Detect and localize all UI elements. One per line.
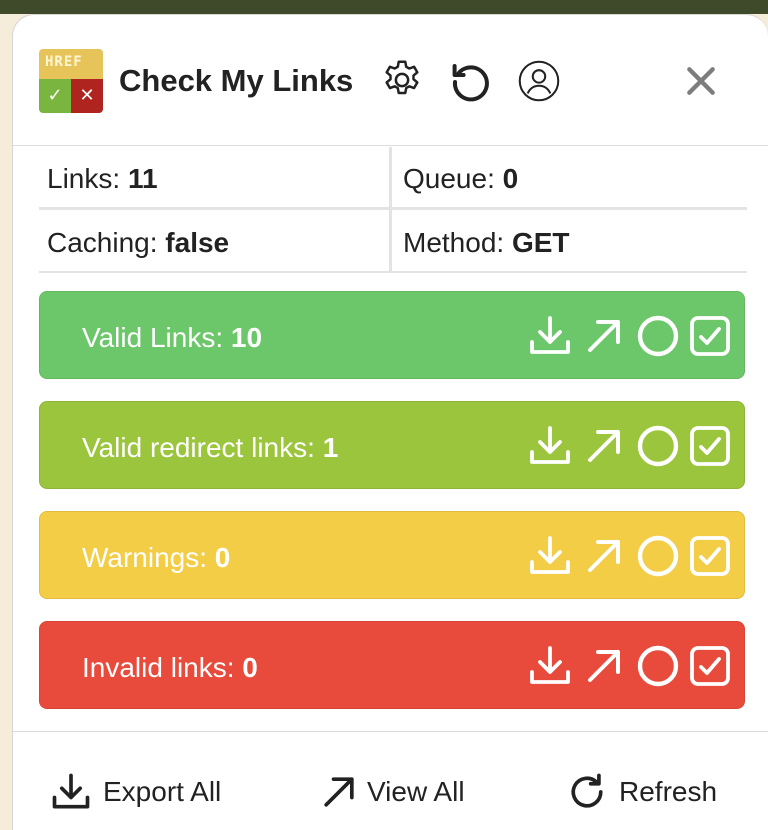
close-icon[interactable]	[681, 61, 721, 101]
category-count: 0	[214, 542, 231, 573]
circle-icon[interactable]	[634, 532, 682, 580]
category-label: Warnings:	[82, 542, 208, 573]
category-row-invalid[interactable]: Invalid links: 0	[39, 621, 745, 709]
checkbox-icon[interactable]	[686, 422, 734, 470]
circle-icon[interactable]	[634, 642, 682, 690]
user-icon[interactable]	[517, 59, 561, 103]
arrow-up-right-icon[interactable]	[580, 422, 628, 470]
row-actions	[526, 642, 736, 690]
category-label: Valid redirect links:	[82, 432, 315, 463]
refresh-label: Refresh	[619, 776, 718, 807]
gear-icon[interactable]	[379, 57, 425, 103]
stats-divider	[39, 271, 747, 273]
category-count: 1	[322, 432, 339, 463]
category-count: 0	[242, 652, 258, 683]
browser-toolbar-edge	[0, 0, 768, 14]
view-all-label: View All	[367, 776, 465, 807]
category-count: 10	[230, 322, 263, 353]
download-icon	[49, 770, 93, 814]
download-icon[interactable]	[526, 422, 574, 470]
stats-divider	[389, 147, 392, 271]
refresh-icon	[565, 770, 609, 814]
links-stat: Links: 11	[47, 163, 158, 194]
row-actions	[526, 312, 736, 360]
download-icon[interactable]	[526, 312, 574, 360]
category-row-warnings[interactable]: Warnings: 0	[39, 511, 745, 599]
arrow-up-right-icon[interactable]	[580, 642, 628, 690]
popup-header: HREF ✓ ✕ Check My Links	[13, 15, 768, 146]
export-all-button[interactable]: Export All	[49, 768, 249, 816]
checkbox-icon[interactable]	[686, 532, 734, 580]
circle-icon[interactable]	[634, 422, 682, 470]
queue-stat: Queue: 0	[403, 163, 519, 194]
download-icon[interactable]	[526, 532, 574, 580]
category-label: Valid Links:	[82, 322, 224, 353]
row-actions	[526, 532, 736, 580]
category-label: Invalid links:	[82, 652, 235, 683]
popup-footer: Export All View All Refresh	[13, 731, 768, 830]
view-all-button[interactable]: View All	[317, 768, 487, 816]
checkbox-icon[interactable]	[686, 312, 734, 360]
reload-icon[interactable]	[447, 57, 495, 105]
refresh-button[interactable]: Refresh	[565, 768, 735, 816]
download-icon[interactable]	[526, 642, 574, 690]
method-stat: Method: GET	[403, 227, 570, 258]
extension-popup: HREF ✓ ✕ Check My Links Links: 11 Queue:…	[12, 14, 768, 830]
app-logo: HREF ✓ ✕	[39, 49, 103, 113]
app-title: Check My Links	[119, 63, 354, 98]
export-all-label: Export All	[103, 776, 222, 807]
checkbox-icon[interactable]	[686, 642, 734, 690]
arrow-up-right-icon[interactable]	[580, 532, 628, 580]
stats-divider	[39, 207, 747, 210]
category-row-valid[interactable]: Valid Links: 10	[39, 291, 745, 379]
arrow-up-right-icon	[317, 770, 361, 814]
circle-icon[interactable]	[634, 312, 682, 360]
row-actions	[526, 422, 736, 470]
category-row-redirect[interactable]: Valid redirect links: 1	[39, 401, 745, 489]
caching-stat: Caching: false	[47, 227, 230, 258]
arrow-up-right-icon[interactable]	[580, 312, 628, 360]
